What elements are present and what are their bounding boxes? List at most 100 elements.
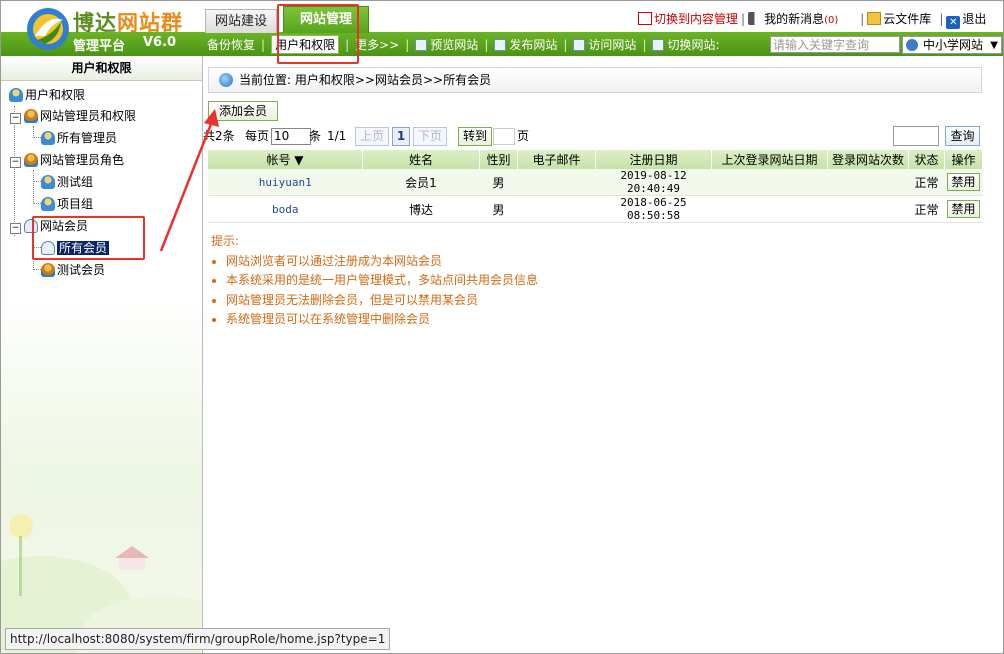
goto-page-input[interactable] <box>493 128 515 145</box>
col-account[interactable]: 帐号 ▼ <box>208 150 363 169</box>
folder-icon <box>867 12 882 25</box>
version-label: V6.0 <box>143 35 177 50</box>
roles-icon <box>24 153 38 167</box>
nav-publish[interactable]: 发布网站 <box>494 36 557 53</box>
status-bar-url: http://localhost:8080/system/firm/groupR… <box>5 628 391 650</box>
main-content: 当前位置: 用户和权限>>网站会员>>所有会员 添加会员 共2条 每页 10 条… <box>203 56 1003 653</box>
table-header-row: 帐号 ▼ 姓名 性别 电子邮件 注册日期 上次登录网站日期 登录网站次数 状态 … <box>208 150 983 169</box>
current-page[interactable]: 1 <box>392 127 410 146</box>
per-page-label: 每页 <box>245 129 270 143</box>
table-row: huiyuan1 会员1 男 2019-08-12 20:40:49 正常 禁用 <box>208 169 983 196</box>
close-icon: ✕ <box>946 16 961 29</box>
col-status: 状态 <box>908 150 945 169</box>
top-links: 切换到内容管理 | 我的新消息(0) | 云文件库 | ✕ 退出 <box>638 10 986 29</box>
cell-gender: 男 <box>479 195 518 223</box>
switch-icon <box>652 39 665 51</box>
group-icon <box>41 175 55 189</box>
col-login-count: 登录网站次数 <box>827 150 909 169</box>
sidebar-background-art <box>1 514 201 653</box>
nav-preview[interactable]: 预览网站 <box>415 36 478 53</box>
logout-link[interactable]: ✕ 退出 <box>946 10 986 29</box>
sidebar: 用户和权限 用户和权限 − 网站管理员和权限 所有管理员 − 网站管理员角色 测试组… <box>1 56 203 653</box>
tree-users-root[interactable]: 用户和权限 <box>9 86 85 104</box>
globe-icon <box>906 39 918 51</box>
logo-icon <box>27 8 69 50</box>
col-email: 电子邮件 <box>517 150 596 169</box>
tree-project-group[interactable]: 项目组 <box>41 195 93 213</box>
prev-page-button[interactable]: 上页 <box>355 127 389 146</box>
col-action: 操作 <box>944 150 983 169</box>
nav-switch-site: 切换网站: <box>652 36 720 53</box>
hint-item: 网站管理员无法删除会员，但是可以禁用某会员 <box>226 291 538 311</box>
nav-visit[interactable]: 访问网站 <box>573 36 636 53</box>
chevron-down-icon: ▼ <box>990 40 998 51</box>
goto-button[interactable]: 转到 <box>458 127 492 146</box>
cloud-library-link[interactable]: 云文件库 <box>867 10 931 27</box>
tab-site-build[interactable]: 网站建设 <box>205 9 277 33</box>
tree-all-admins[interactable]: 所有管理员 <box>41 129 117 147</box>
add-member-button[interactable]: 添加会员 <box>208 101 278 121</box>
disable-button[interactable]: 禁用 <box>947 173 980 191</box>
cell-gender: 男 <box>479 169 518 196</box>
members-table: 帐号 ▼ 姓名 性别 电子邮件 注册日期 上次登录网站日期 登录网站次数 状态 … <box>208 150 983 223</box>
switch-content-link[interactable]: 切换到内容管理 <box>638 10 738 27</box>
page-info: 1/1 <box>327 129 347 143</box>
nav-more[interactable]: 更多>> <box>355 36 399 53</box>
cell-last-login <box>711 195 828 223</box>
speaker-icon <box>748 12 763 25</box>
brand-title: 博达网站群 <box>73 11 183 35</box>
messages-link[interactable]: 我的新消息(0) <box>748 10 838 27</box>
site-search-input[interactable]: 请输入关键字查询 <box>770 36 900 53</box>
cell-account[interactable]: huiyuan1 <box>208 169 363 196</box>
cell-action: 禁用 <box>944 195 983 223</box>
cell-reg-date: 2019-08-12 20:40:49 <box>595 169 712 196</box>
admins-icon <box>24 109 38 123</box>
cell-name: 会员1 <box>362 169 480 196</box>
hint-item: 网站浏览者可以通过注册成为本网站会员 <box>226 252 538 272</box>
page-suffix: 页 <box>517 129 530 143</box>
col-last-login: 上次登录网站日期 <box>711 150 828 169</box>
preview-icon <box>415 39 428 51</box>
hints-title: 提示: <box>211 234 240 248</box>
total-count: 共2条 <box>203 129 235 143</box>
site-select[interactable]: 中小学网站 ▼ <box>902 36 1002 54</box>
tree-admin-roles[interactable]: − 网站管理员角色 <box>10 151 124 169</box>
collapse-icon[interactable]: − <box>10 157 21 168</box>
highlight-manage-tab <box>277 4 359 64</box>
query-button[interactable]: 查询 <box>945 126 980 146</box>
query-input[interactable] <box>893 126 939 146</box>
member-group-icon <box>41 263 55 277</box>
col-name: 姓名 <box>362 150 480 169</box>
cell-action: 禁用 <box>944 169 983 196</box>
hints: 提示: 网站浏览者可以通过注册成为本网站会员 本系统采用的是统一用户管理模式，多… <box>211 232 538 330</box>
tree-test-group[interactable]: 测试组 <box>41 173 93 191</box>
app-window: 博达网站群 管理平台 V6.0 网站建设 网站管理 切换到内容管理 | 我的新消息(… <box>0 0 1004 654</box>
cell-email <box>517 195 596 223</box>
ie-icon <box>573 39 586 51</box>
group-icon <box>41 197 55 211</box>
document-icon <box>638 12 652 25</box>
sidebar-title: 用户和权限 <box>1 56 202 81</box>
cell-status: 正常 <box>908 169 945 196</box>
nav-backup[interactable]: 备份恢复 <box>207 36 255 53</box>
hint-item: 本系统采用的是统一用户管理模式，多站点间共用会员信息 <box>226 271 538 291</box>
collapse-icon[interactable]: − <box>10 113 21 124</box>
highlight-members-tree <box>32 216 145 260</box>
col-gender: 性别 <box>479 150 518 169</box>
user-icon <box>41 131 55 145</box>
tree-admins-permissions[interactable]: − 网站管理员和权限 <box>10 107 136 125</box>
per-page-unit: 条 <box>309 129 322 143</box>
per-page-input[interactable]: 10 <box>271 128 311 145</box>
disable-button[interactable]: 禁用 <box>947 200 980 218</box>
cell-login-count <box>827 195 909 223</box>
col-reg-date: 注册日期 <box>595 150 712 169</box>
cell-name: 博达 <box>362 195 480 223</box>
table-row: boda 博达 男 2018-06-25 08:50:58 正常 禁用 <box>208 195 983 223</box>
next-page-button[interactable]: 下页 <box>413 127 447 146</box>
collapse-icon[interactable]: − <box>10 223 21 234</box>
users-icon <box>9 88 23 102</box>
publish-icon <box>494 39 507 51</box>
cell-login-count <box>827 169 909 196</box>
tree-test-members[interactable]: 测试会员 <box>41 261 105 279</box>
cell-account[interactable]: boda <box>208 195 363 223</box>
